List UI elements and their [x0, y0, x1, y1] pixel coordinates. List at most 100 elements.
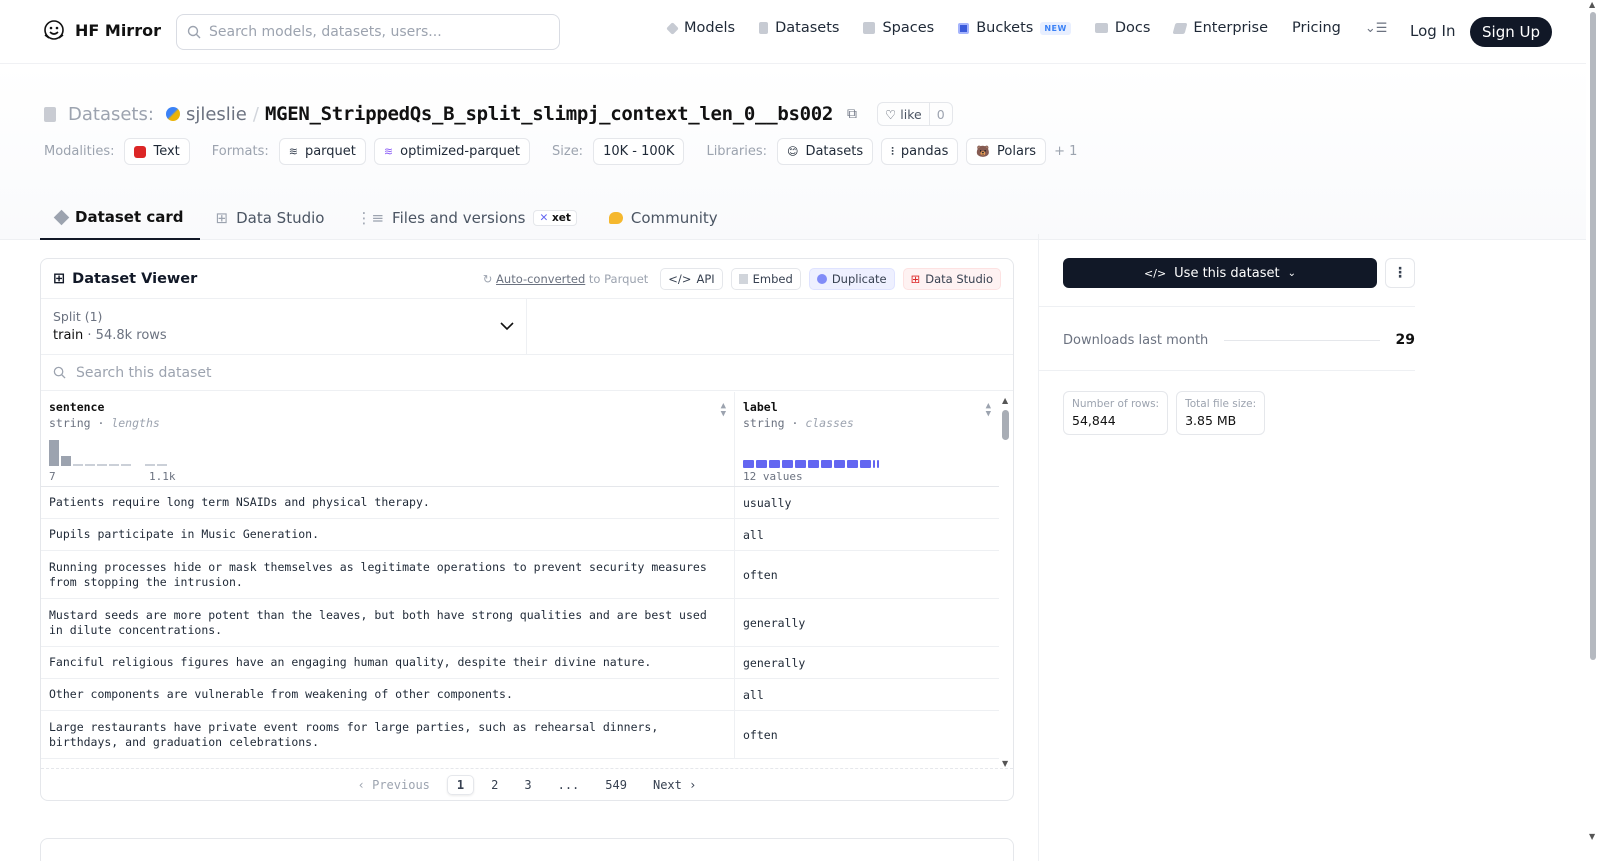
- hist-bar: [97, 464, 107, 466]
- sort-icon[interactable]: ▲ ▼: [721, 402, 726, 419]
- downloads-count: 29: [1395, 332, 1415, 348]
- format-optimized-parquet-chip[interactable]: ≋ optimized-parquet: [373, 138, 530, 165]
- grid-icon: ⊞: [53, 270, 66, 287]
- tab-data-studio[interactable]: ⊞ Data Studio: [200, 196, 341, 240]
- table-scrollbar[interactable]: ▲ ▼: [999, 392, 1013, 768]
- owner-avatar[interactable]: [165, 107, 180, 121]
- class-distribution-bar: [743, 460, 879, 468]
- nav-datasets[interactable]: Datasets: [759, 20, 839, 36]
- brand-name: HF Mirror: [75, 20, 161, 40]
- downloads-stat: Downloads last month 29: [1063, 332, 1415, 348]
- next-page-button[interactable]: Next ›: [644, 776, 705, 794]
- sort-icon[interactable]: ▲ ▼: [986, 402, 991, 419]
- split-rows: 54.8k rows: [95, 328, 167, 343]
- tab-dataset-card[interactable]: Dataset card: [40, 196, 200, 240]
- page-1-button[interactable]: 1: [446, 775, 475, 795]
- use-this-dataset-button[interactable]: </> Use this dataset ⌄: [1063, 258, 1377, 288]
- embed-button[interactable]: Embed: [730, 267, 801, 290]
- divider: [1039, 370, 1415, 371]
- column-header-sentence[interactable]: sentence string · lengths ▲ ▼ 7 1.1k: [41, 392, 735, 486]
- nav-pricing[interactable]: Pricing: [1292, 20, 1341, 36]
- brand-logo[interactable]: HF Mirror: [42, 18, 161, 42]
- like-count: 0: [928, 103, 952, 125]
- signup-button[interactable]: Sign Up: [1470, 17, 1552, 47]
- table-row[interactable]: Fanciful religious figures have an engag…: [41, 647, 999, 679]
- nav-models[interactable]: Models: [666, 20, 735, 36]
- table-row[interactable]: Mustard seeds are more potent than the l…: [41, 599, 999, 647]
- polars-icon: 🐻: [976, 145, 991, 158]
- duplicate-button[interactable]: Duplicate: [808, 267, 895, 290]
- data-table: sentence string · lengths ▲ ▼ 7 1.1k lab…: [41, 392, 999, 759]
- scroll-thumb[interactable]: [1002, 410, 1009, 440]
- hist-bar: [61, 456, 71, 466]
- class-segment: [782, 460, 793, 468]
- table-row[interactable]: Patients require long term NSAIDs and ph…: [41, 487, 999, 519]
- page-scrollbar[interactable]: ▲ ▼: [1586, 0, 1600, 861]
- library-polars-chip[interactable]: 🐻 Polars: [966, 138, 1047, 165]
- nav-enterprise[interactable]: Enterprise: [1172, 20, 1268, 36]
- library-pandas-chip[interactable]: ⫶ pandas: [881, 138, 959, 165]
- search-icon: [53, 366, 66, 379]
- global-search[interactable]: [176, 14, 560, 50]
- scroll-down-icon[interactable]: ▼: [1589, 832, 1595, 841]
- scroll-down-icon[interactable]: ▼: [1002, 759, 1008, 768]
- page-2-button[interactable]: 2: [482, 776, 507, 794]
- parquet-icon: ≋: [288, 145, 298, 158]
- formats-label: Formats:: [211, 144, 269, 159]
- size-chip[interactable]: 10K - 100K: [593, 138, 685, 165]
- scroll-up-icon[interactable]: ▲: [1002, 396, 1008, 405]
- split-name: train: [53, 328, 84, 343]
- nav-docs[interactable]: Docs: [1094, 20, 1150, 36]
- format-parquet-chip[interactable]: ≋ parquet: [278, 138, 366, 165]
- chevron-down-icon: [500, 322, 514, 331]
- table-row[interactable]: Large restaurants have private event roo…: [41, 711, 999, 759]
- dataset-card-icon: [53, 209, 70, 225]
- auto-converted-link[interactable]: Auto-converted: [496, 272, 585, 286]
- next-section-card: [40, 838, 1014, 861]
- modality-text-chip[interactable]: Text: [124, 138, 190, 165]
- class-segment: [756, 460, 767, 468]
- search-input[interactable]: [209, 24, 549, 40]
- more-menu-icon[interactable]: ⌄☰: [1365, 21, 1388, 36]
- column-header-label[interactable]: label string · classes ▲ ▼ 12 values: [735, 392, 999, 486]
- copy-icon[interactable]: ⧉: [847, 106, 857, 122]
- chevron-down-icon: ⌄: [1287, 267, 1296, 279]
- dataset-search[interactable]: Search this dataset: [41, 355, 1013, 391]
- login-link[interactable]: Log In: [1410, 22, 1456, 40]
- class-segment: [743, 460, 754, 468]
- table-row[interactable]: Other components are vulnerable from wea…: [41, 679, 999, 711]
- data-studio-button[interactable]: ⊞ Data Studio: [902, 267, 1001, 290]
- previous-page-button[interactable]: ‹ Previous: [349, 776, 439, 794]
- models-icon: [666, 21, 679, 35]
- search-icon: [187, 25, 201, 39]
- api-button[interactable]: </> API: [660, 267, 723, 290]
- scroll-up-icon[interactable]: ▲: [1589, 0, 1595, 9]
- files-icon: ⋮≡: [356, 209, 385, 227]
- table-row[interactable]: Pupils participate in Music Generation. a…: [41, 519, 999, 551]
- table-row[interactable]: Running processes hide or mask themselve…: [41, 551, 999, 599]
- like-button[interactable]: ♡ like 0: [877, 102, 953, 126]
- more-libraries[interactable]: + 1: [1054, 144, 1077, 159]
- hf-logo-icon: [44, 20, 64, 40]
- path-separator: /: [252, 103, 259, 125]
- nav-buckets[interactable]: Buckets NEW: [958, 20, 1071, 36]
- nav-spaces[interactable]: Spaces: [863, 20, 934, 36]
- docs-icon: [1094, 23, 1108, 33]
- datasets-icon: [759, 22, 769, 34]
- auto-converted-note: ↻ Auto-converted to Parquet: [482, 271, 649, 286]
- dataset-viewer: ⊞ Dataset Viewer ↻ Auto-converted to Parq…: [40, 258, 1014, 801]
- tab-files-and-versions[interactable]: ⋮≡ Files and versions ✕ xet: [340, 196, 592, 240]
- owner-link[interactable]: sjleslie: [186, 104, 247, 125]
- page-scroll-thumb[interactable]: [1590, 12, 1596, 660]
- page-3-button[interactable]: 3: [515, 776, 540, 794]
- split-selector[interactable]: Split (1) train · 54.8k rows: [41, 299, 527, 354]
- optimized-parquet-icon: ≋: [383, 145, 394, 158]
- right-sidebar: </> Use this dataset ⌄ ⋮ Downloads last mo…: [1038, 234, 1586, 861]
- community-icon: [608, 212, 623, 224]
- page-last-button[interactable]: 549: [596, 776, 636, 794]
- class-segment: [821, 460, 832, 468]
- hist-bar: [49, 440, 59, 466]
- tab-community[interactable]: Community: [593, 196, 734, 240]
- library-datasets-chip[interactable]: 😊 Datasets: [776, 138, 874, 165]
- more-options-button[interactable]: ⋮: [1385, 258, 1415, 288]
